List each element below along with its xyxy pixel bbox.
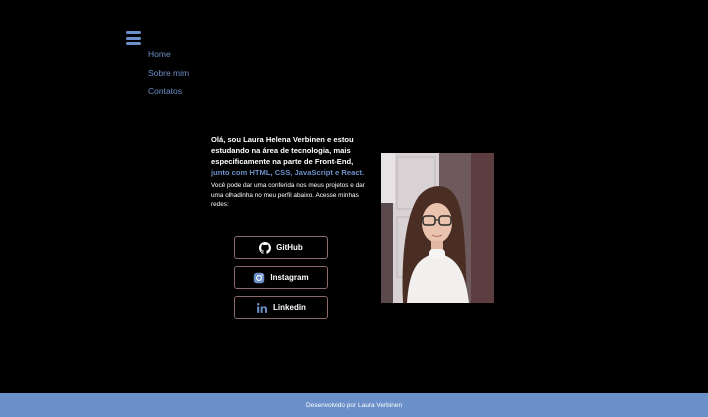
github-icon [259, 241, 272, 254]
nav-item-home[interactable]: Home [148, 50, 189, 59]
intro-sub: Você pode dar uma conferida nos meus pro… [211, 182, 365, 208]
intro-lead: Olá, sou Laura Helena Verbinen e estou e… [211, 134, 373, 178]
intro-lead-highlight: junto com HTML, CSS, JavaScript e React. [211, 168, 365, 177]
linkedin-icon [257, 302, 267, 313]
footer: Desenvolvido por Laura Verbinen [0, 393, 708, 417]
intro-lead-text: Olá, sou Laura Helena Verbinen e estou e… [211, 135, 354, 166]
main-nav: Home Sobre mim Contatos [148, 50, 189, 106]
instagram-label: Instagram [270, 273, 309, 282]
intro-section: Olá, sou Laura Helena Verbinen e estou e… [211, 134, 373, 210]
nav-item-contatos[interactable]: Contatos [148, 87, 189, 96]
instagram-button[interactable]: Instagram [234, 266, 328, 289]
github-label: GitHub [276, 243, 303, 252]
hamburger-menu-icon[interactable] [126, 31, 141, 45]
linkedin-label: Linkedin [273, 303, 306, 312]
linkedin-button[interactable]: Linkedin [234, 296, 328, 319]
github-button[interactable]: GitHub [234, 236, 328, 259]
instagram-icon [254, 272, 265, 283]
footer-text: Desenvolvido por Laura Verbinen [305, 401, 403, 409]
social-buttons: GitHub Instagram Linkedin [234, 236, 328, 326]
profile-photo [381, 153, 494, 303]
nav-item-sobre-mim[interactable]: Sobre mim [148, 68, 189, 78]
